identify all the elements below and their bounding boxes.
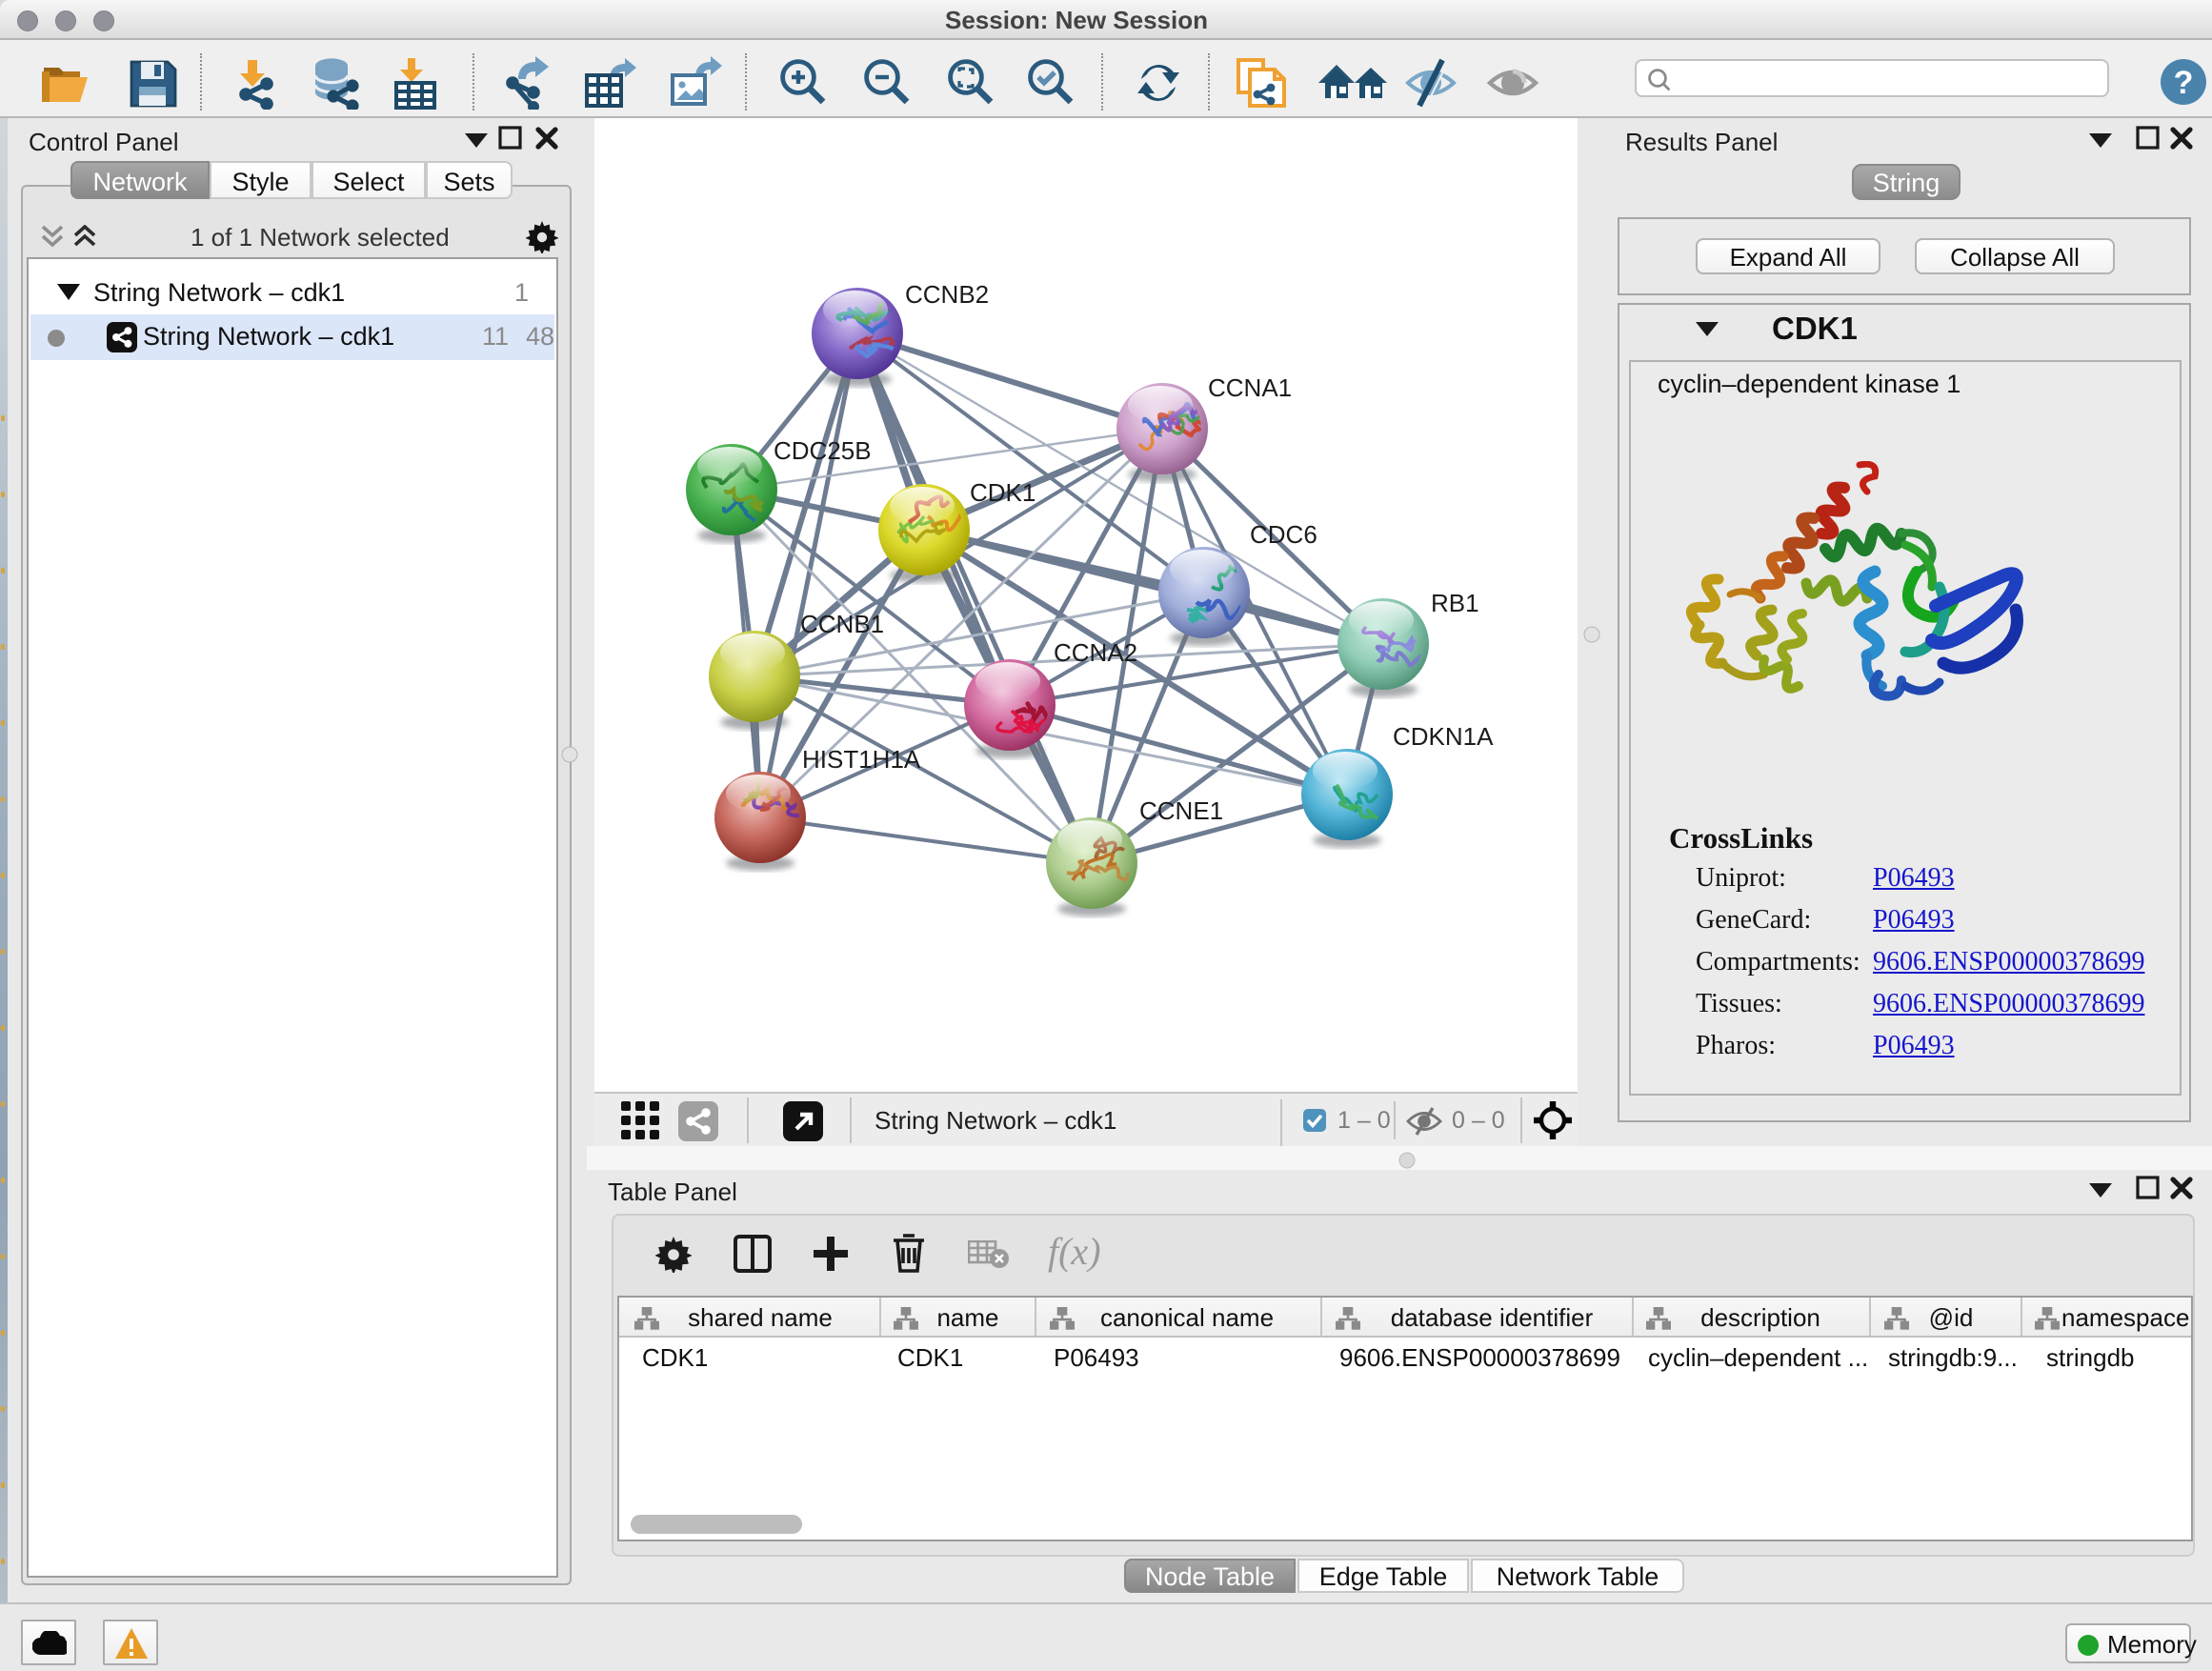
svg-text:CDC6: CDC6 — [1250, 520, 1317, 549]
svg-text:CDKN1A: CDKN1A — [1393, 722, 1494, 751]
svg-text:CCNA1: CCNA1 — [1208, 373, 1292, 402]
svg-text:HIST1H1A: HIST1H1A — [802, 745, 921, 774]
svg-text:?: ? — [2174, 65, 2194, 101]
svg-text:CDC25B: CDC25B — [774, 436, 872, 465]
svg-text:CCNB1: CCNB1 — [800, 610, 884, 638]
svg-text:CCNE1: CCNE1 — [1139, 796, 1223, 825]
svg-text:RB1: RB1 — [1431, 589, 1479, 617]
svg-text:CCNB2: CCNB2 — [905, 280, 989, 309]
svg-text:CCNA2: CCNA2 — [1054, 638, 1137, 667]
svg-text:CDK1: CDK1 — [970, 478, 1036, 507]
